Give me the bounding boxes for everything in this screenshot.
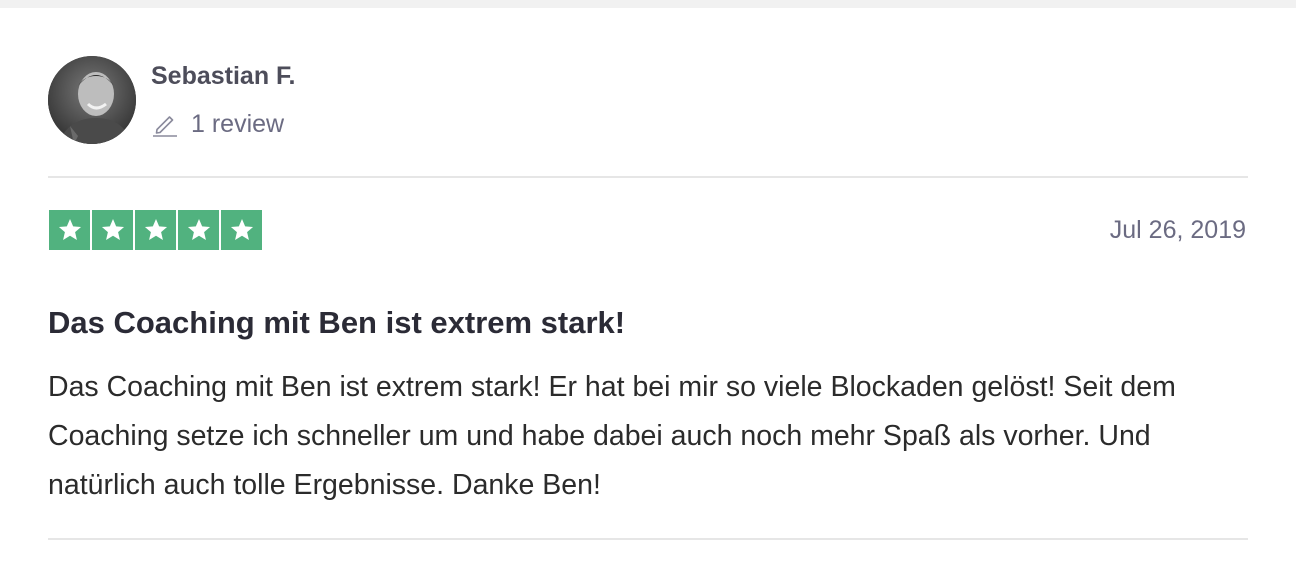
user-name[interactable]: Sebastian F. xyxy=(151,60,296,92)
user-avatar[interactable] xyxy=(48,56,136,144)
star-icon xyxy=(92,210,133,250)
review-title[interactable]: Das Coaching mit Ben ist extrem stark! xyxy=(48,303,625,343)
divider xyxy=(48,538,1248,540)
star-rating xyxy=(49,210,262,250)
review-card: Sebastian F. 1 review Jul 26, 2019 Das C… xyxy=(48,8,1248,562)
pencil-icon xyxy=(153,116,177,137)
star-icon xyxy=(49,210,90,250)
star-icon xyxy=(178,210,219,250)
review-count: 1 review xyxy=(151,108,284,140)
review-count-label: 1 review xyxy=(191,109,285,138)
avatar-photo-icon xyxy=(48,56,136,144)
star-icon xyxy=(135,210,176,250)
top-bar xyxy=(0,0,1296,8)
review-body: Das Coaching mit Ben ist extrem stark! E… xyxy=(48,371,1176,501)
divider xyxy=(48,176,1248,178)
review-date: Jul 26, 2019 xyxy=(1109,216,1246,244)
star-icon xyxy=(221,210,262,250)
